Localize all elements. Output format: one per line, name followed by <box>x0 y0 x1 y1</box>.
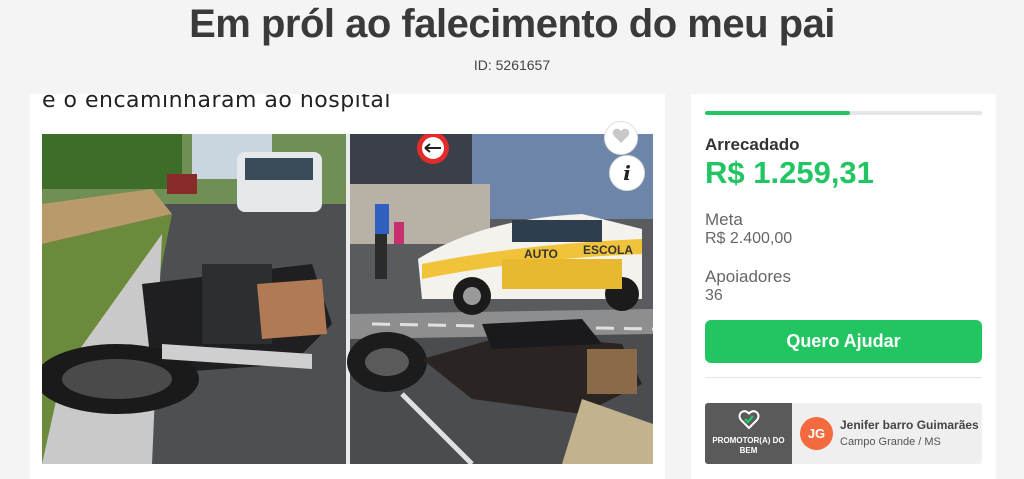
favorite-button[interactable] <box>604 121 638 155</box>
campaign-media-card: e o encaminharam ao hospital AUTO ESCOLA… <box>30 94 665 479</box>
promoter-card[interactable]: PROMOTOR(A) DO BEM JG Jenifer barro Guim… <box>705 403 982 464</box>
heart-check-icon <box>738 408 760 435</box>
heart-icon <box>612 128 630 149</box>
divider <box>705 377 982 378</box>
page-title: Em pról ao falecimento do meu pai <box>189 2 835 46</box>
photo-sign-auto: AUTO <box>524 247 558 261</box>
promoter-badge: PROMOTOR(A) DO BEM <box>705 403 792 464</box>
campaign-id: ID: 5261657 <box>473 57 551 73</box>
image-caption: e o encaminharam ao hospital <box>42 94 391 113</box>
promoter-location: Campo Grande / MS <box>840 436 941 448</box>
raised-amount: R$ 1.259,31 <box>705 155 874 190</box>
raised-label: Arrecadado <box>705 135 800 154</box>
promoter-name[interactable]: Jenifer barro Guimarães <box>840 418 979 432</box>
avatar: JG <box>800 417 833 450</box>
info-icon: i <box>623 161 631 185</box>
goal-label: Meta <box>705 210 743 229</box>
accident-photo-illustration: AUTO ESCOLA <box>42 134 653 464</box>
info-button[interactable]: i <box>609 155 645 191</box>
supporters-label: Apoiadores <box>705 267 792 286</box>
supporters-count: 36 <box>705 287 723 304</box>
donation-summary-card: Arrecadado R$ 1.259,31 Meta R$ 2.400,00 … <box>691 94 996 479</box>
progress-bar <box>705 111 982 115</box>
photo-sign-escola: ESCOLA <box>583 243 633 257</box>
goal-amount: R$ 2.400,00 <box>705 230 793 247</box>
promoter-badge-label: PROMOTOR(A) DO BEM <box>712 436 785 455</box>
campaign-photo[interactable]: AUTO ESCOLA <box>42 134 653 464</box>
progress-bar-fill <box>705 111 851 115</box>
donate-button[interactable]: Quero Ajudar <box>705 320 982 363</box>
